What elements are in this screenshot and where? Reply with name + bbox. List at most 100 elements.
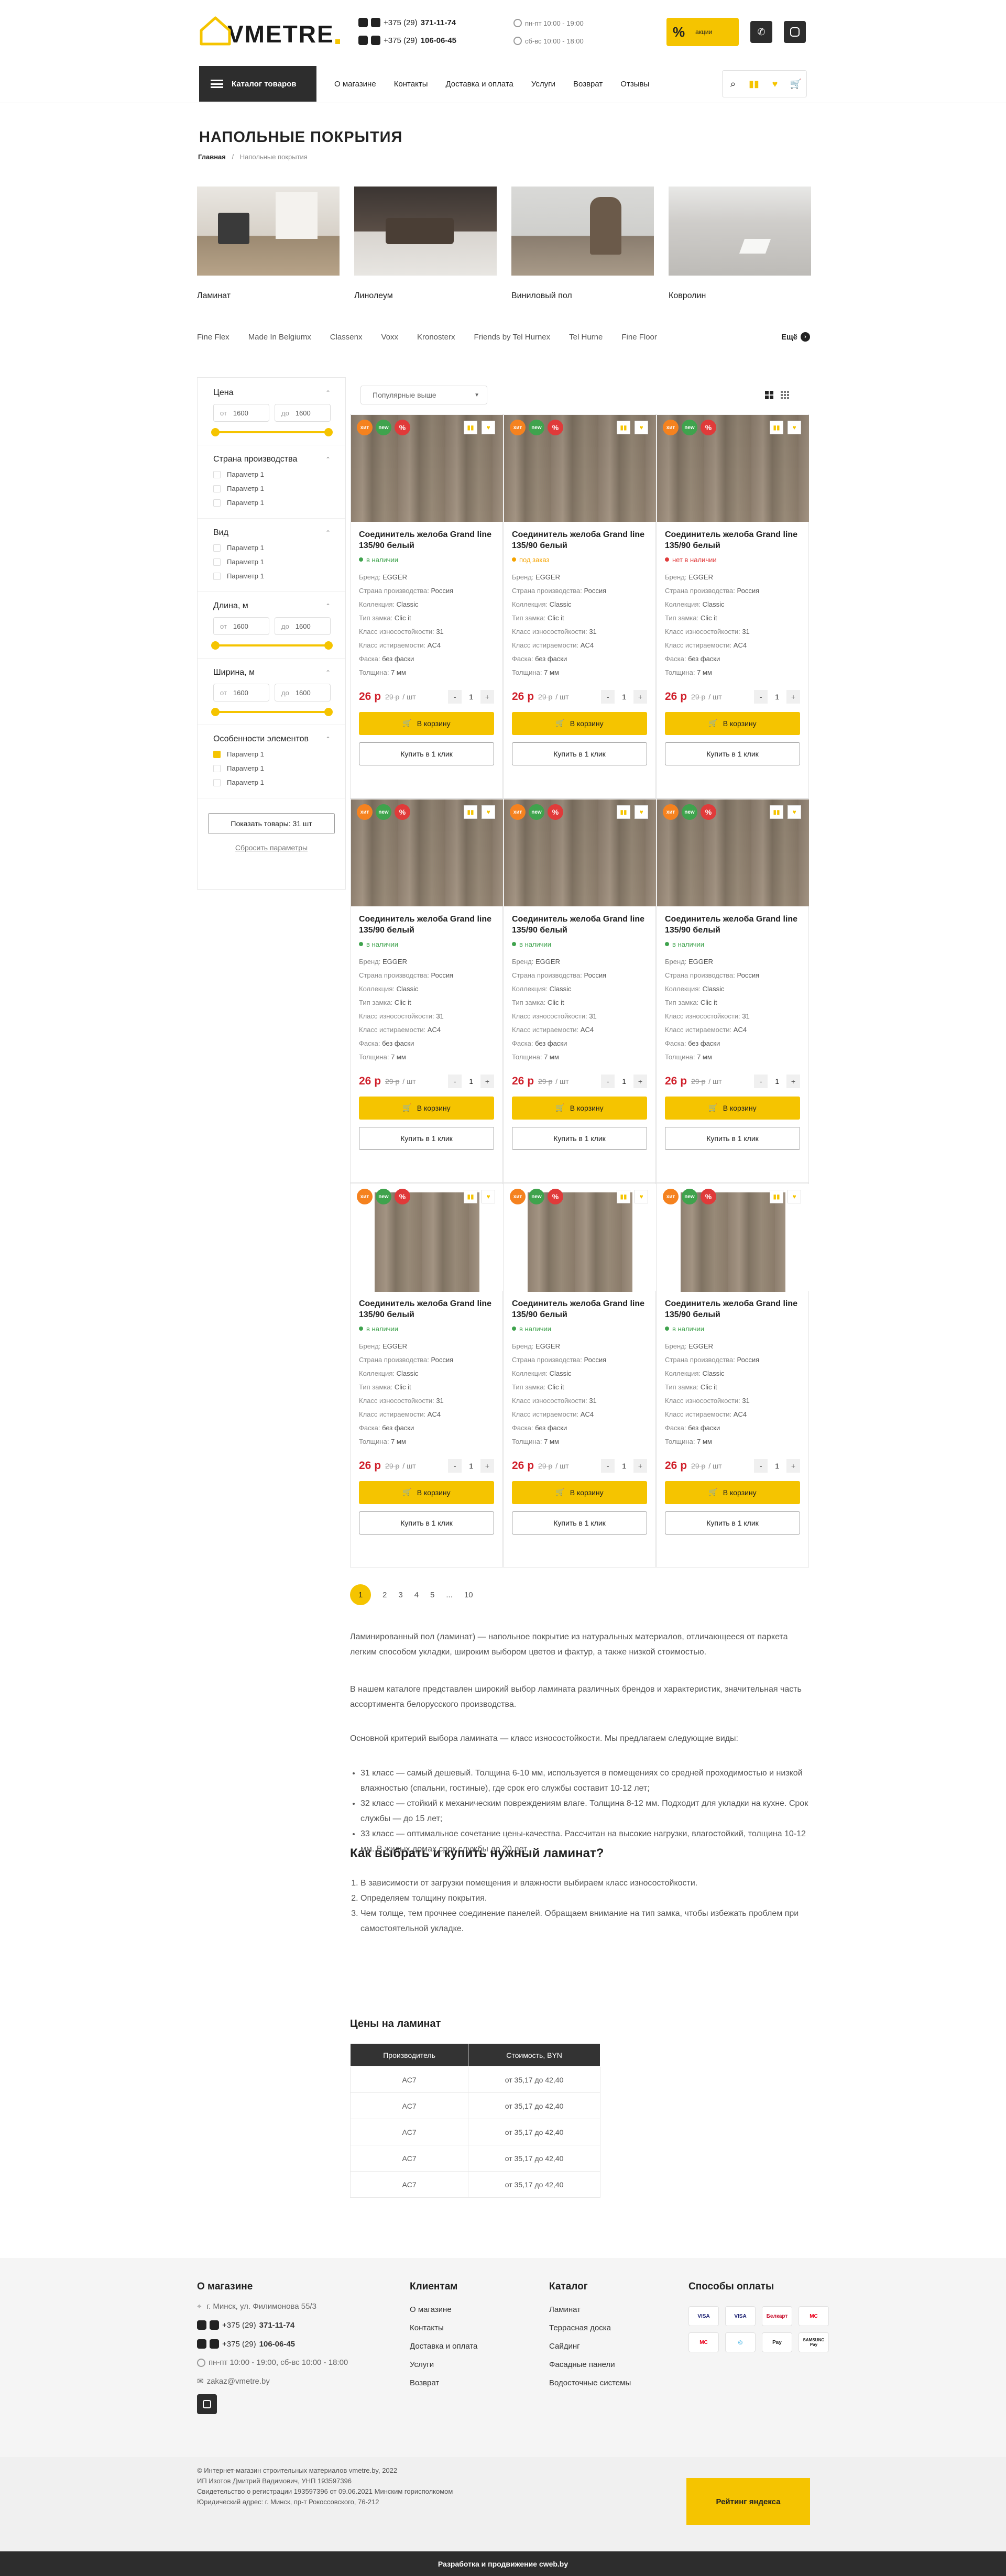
qty-minus-button[interactable]: -	[601, 689, 615, 704]
footer-link[interactable]: Ламинат	[549, 2305, 631, 2314]
product-name[interactable]: Соединитель желоба Grand line 135/90 бел…	[512, 1299, 647, 1321]
product-name[interactable]: Соединитель желоба Grand line 135/90 бел…	[665, 530, 800, 552]
brand-link[interactable]: Fine Floor	[621, 333, 657, 342]
buy-one-click-button[interactable]: Купить в 1 клик	[359, 1511, 494, 1534]
buy-one-click-button[interactable]: Купить в 1 клик	[512, 1511, 647, 1534]
filter-title[interactable]: Ширина, м	[213, 668, 331, 677]
length-slider[interactable]	[211, 641, 333, 650]
reset-filters-link[interactable]: Сбросить параметры	[198, 843, 345, 852]
filter-title[interactable]: Страна производства	[213, 455, 331, 464]
add-to-cart-button[interactable]: 🛒 В корзину	[665, 1481, 800, 1504]
favorite-icon[interactable]: ♥	[482, 1190, 495, 1203]
price-slider[interactable]	[211, 428, 333, 436]
checkbox-param[interactable]: Параметр 1	[213, 558, 331, 566]
buy-one-click-button[interactable]: Купить в 1 клик	[359, 742, 494, 765]
qty-value[interactable]: 1	[622, 1462, 626, 1470]
nav-reviews[interactable]: Отзывы	[620, 80, 649, 89]
add-to-cart-button[interactable]: 🛒 В корзину	[665, 711, 800, 735]
logo[interactable]: VMETRE	[199, 15, 340, 46]
breadcrumb-home[interactable]: Главная	[198, 153, 226, 161]
qty-value[interactable]: 1	[469, 1077, 473, 1086]
checkbox-param[interactable]: Параметр 1	[213, 779, 331, 786]
brand-link[interactable]: Kronosterх	[417, 333, 455, 342]
product-card[interactable]: хит new % ▮▮ ♥ Соединитель желоба Grand …	[503, 798, 656, 1183]
width-from-input[interactable]: от 1600	[213, 684, 269, 701]
qty-minus-button[interactable]: -	[448, 1074, 462, 1088]
category-card-linoleum[interactable]: Линолеум	[354, 187, 497, 301]
footer-link[interactable]: Террасная доска	[549, 2323, 631, 2332]
qty-minus-button[interactable]: -	[448, 1459, 462, 1473]
grid-view-icon[interactable]	[765, 391, 773, 399]
category-card-vinyl[interactable]: Виниловый пол	[511, 187, 654, 301]
nav-returns[interactable]: Возврат	[573, 80, 603, 89]
price-from-input[interactable]: от 1600	[213, 404, 269, 422]
qty-plus-button[interactable]: +	[786, 1459, 800, 1473]
product-name[interactable]: Соединитель желоба Grand line 135/90 бел…	[359, 1299, 494, 1321]
search-icon[interactable]: ⌕	[723, 71, 743, 97]
add-to-cart-button[interactable]: 🛒 В корзину	[665, 1096, 800, 1120]
product-name[interactable]: Соединитель желоба Grand line 135/90 бел…	[665, 1299, 800, 1321]
footer-link[interactable]: Доставка и оплата	[410, 2342, 477, 2351]
checkbox-param[interactable]: Параметр 1	[213, 750, 331, 758]
favorite-icon[interactable]: ♥	[788, 1190, 801, 1203]
qty-value[interactable]: 1	[469, 693, 473, 701]
footer-email[interactable]: ✉ zakaz@vmetre.by	[197, 2376, 348, 2386]
footer-link[interactable]: Сайдинг	[549, 2342, 631, 2351]
favorite-icon[interactable]: ♥	[788, 421, 801, 434]
show-products-button[interactable]: Показать товары: 31 шт	[208, 813, 335, 834]
checkbox-param[interactable]: Параметр 1	[213, 470, 331, 478]
product-card[interactable]: хит new % ▮▮ ♥ Соединитель желоба Grand …	[503, 1183, 656, 1567]
qty-minus-button[interactable]: -	[754, 689, 768, 704]
qty-plus-button[interactable]: +	[786, 689, 800, 704]
filter-title[interactable]: Длина, м	[213, 601, 331, 611]
price-to-input[interactable]: до 1600	[275, 404, 331, 422]
qty-value[interactable]: 1	[622, 1077, 626, 1086]
favorite-icon[interactable]: ♥	[482, 805, 495, 819]
buy-one-click-button[interactable]: Купить в 1 клик	[359, 1126, 494, 1150]
footer-phone-2[interactable]: +375 (29) 106-06-45	[197, 2339, 348, 2349]
compare-icon[interactable]: ▮▮	[617, 421, 630, 434]
footer-link[interactable]: О магазине	[410, 2305, 477, 2314]
product-card[interactable]: хит new % ▮▮ ♥ Соединитель желоба Grand …	[350, 1183, 503, 1567]
header-phone-1[interactable]: +375 (29) 371-11-74	[358, 18, 456, 27]
checkbox-param[interactable]: Параметр 1	[213, 485, 331, 492]
favorite-icon[interactable]: ♥	[635, 421, 648, 434]
buy-one-click-button[interactable]: Купить в 1 клик	[665, 742, 800, 765]
phone-call-button[interactable]: ✆	[750, 21, 772, 43]
brand-link[interactable]: Made In Belgiumх	[248, 333, 311, 342]
qty-plus-button[interactable]: +	[480, 1459, 494, 1473]
brand-link[interactable]: Classenх	[330, 333, 363, 342]
add-to-cart-button[interactable]: 🛒 В корзину	[512, 1481, 647, 1504]
promo-button[interactable]: % акции	[666, 18, 739, 46]
product-name[interactable]: Соединитель желоба Grand line 135/90 бел…	[512, 914, 647, 936]
product-card[interactable]: хит new % ▮▮ ♥ Соединитель желоба Grand …	[503, 414, 656, 798]
qty-value[interactable]: 1	[775, 1462, 779, 1470]
brand-link[interactable]: Tel Hurne	[569, 333, 603, 342]
compare-icon[interactable]: ▮▮	[770, 421, 783, 434]
buy-one-click-button[interactable]: Купить в 1 клик	[512, 1126, 647, 1150]
qty-plus-button[interactable]: +	[480, 689, 494, 704]
compare-icon[interactable]: ▮▮	[617, 805, 630, 819]
footer-link[interactable]: Фасадные панели	[549, 2360, 631, 2369]
qty-minus-button[interactable]: -	[754, 1074, 768, 1088]
nav-delivery[interactable]: Доставка и оплата	[445, 80, 513, 89]
footer-instagram-button[interactable]	[197, 2394, 217, 2414]
filter-title[interactable]: Особенности элементов	[213, 735, 331, 744]
nav-services[interactable]: Услуги	[531, 80, 555, 89]
filter-title[interactable]: Цена	[213, 388, 331, 398]
compact-grid-icon[interactable]	[781, 391, 789, 399]
add-to-cart-button[interactable]: 🛒 В корзину	[512, 1096, 647, 1120]
compare-icon[interactable]: ▮▮	[464, 1190, 477, 1203]
qty-minus-button[interactable]: -	[448, 689, 462, 704]
favorite-icon[interactable]: ♥	[482, 421, 495, 434]
qty-plus-button[interactable]: +	[633, 1459, 647, 1473]
qty-minus-button[interactable]: -	[754, 1459, 768, 1473]
width-to-input[interactable]: до 1600	[275, 684, 331, 701]
brand-link[interactable]: Fine Flex	[197, 333, 229, 342]
width-slider[interactable]	[211, 708, 333, 716]
page-current[interactable]: 1	[350, 1584, 371, 1605]
qty-value[interactable]: 1	[775, 1077, 779, 1086]
footer-phone-1[interactable]: +375 (29) 371-11-74	[197, 2320, 348, 2330]
footer-link[interactable]: Водосточные системы	[549, 2378, 631, 2387]
favorites-icon[interactable]: ♥	[764, 71, 785, 97]
